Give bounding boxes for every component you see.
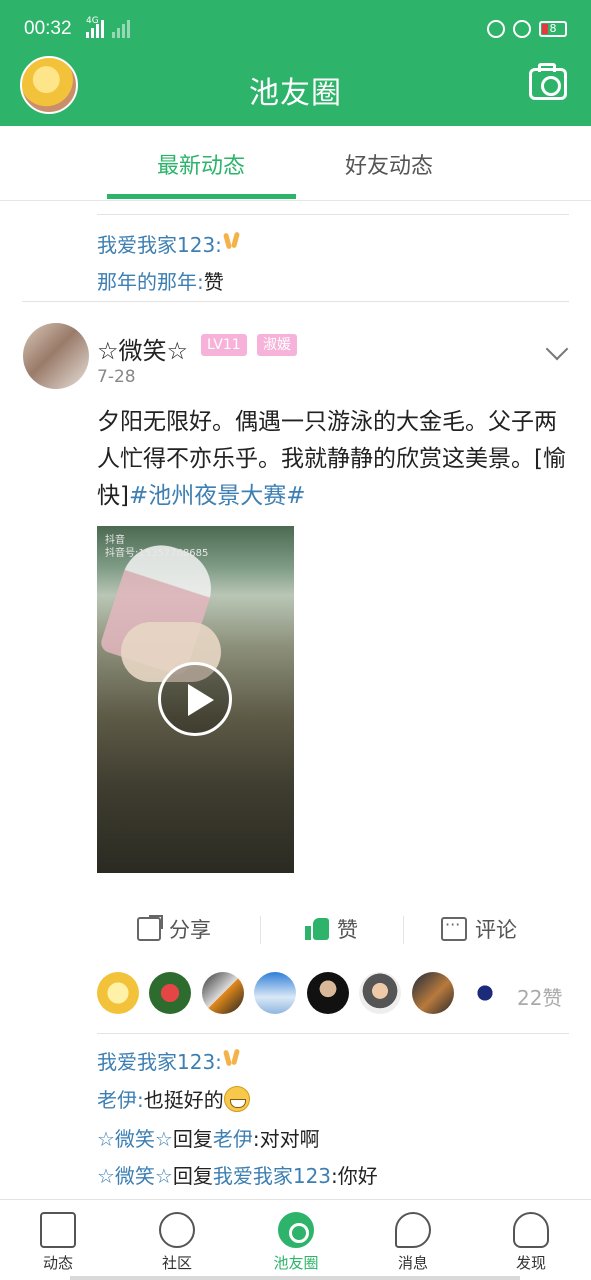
camera-icon[interactable] — [529, 63, 567, 100]
home-icon — [40, 1212, 76, 1248]
victory-hand-icon — [222, 231, 244, 255]
battery-icon: 8 — [539, 21, 567, 37]
reply-target[interactable]: 我爱我家123 — [213, 1164, 331, 1188]
comment-user[interactable]: 我爱我家123: — [97, 233, 222, 257]
comment-text: :你好 — [331, 1164, 378, 1188]
home-indicator — [70, 1276, 520, 1280]
post-author-name[interactable]: ☆微笑☆ — [97, 331, 188, 366]
feed-tabs: 最新动态 好友动态 — [0, 126, 591, 201]
divider — [22, 301, 569, 302]
post-video[interactable]: 抖音 抖音号:15357768685 — [97, 526, 294, 873]
avatar[interactable] — [464, 972, 506, 1014]
bottom-nav: 动态 社区 池友圈 消息 发现 — [0, 1199, 591, 1280]
network-type: 4G — [86, 16, 99, 26]
status-bar: 00:32 4G 8 — [0, 0, 591, 56]
reply-label: 回复 — [172, 1164, 213, 1188]
comment-icon — [441, 915, 467, 941]
nav-item-feed[interactable]: 动态 — [18, 1212, 98, 1273]
comment-user[interactable]: 老伊: — [97, 1088, 144, 1112]
alarm-icon — [513, 20, 531, 38]
video-watermark: 抖音 抖音号:15357768685 — [105, 535, 209, 559]
share-icon — [137, 915, 163, 941]
chevron-down-icon[interactable] — [545, 337, 569, 361]
comment-user[interactable]: ☆微笑☆ — [97, 1127, 173, 1151]
comment-text: 也挺好的 — [143, 1088, 224, 1112]
lock-rotation-icon — [487, 20, 505, 38]
post-date: 7-28 — [97, 367, 136, 387]
post-author-avatar[interactable] — [23, 323, 89, 389]
comment-user[interactable]: 我爱我家123: — [97, 1050, 222, 1074]
community-icon — [159, 1212, 195, 1248]
signal-icon-2 — [112, 20, 134, 38]
reply-label: 回复 — [172, 1127, 213, 1151]
nav-item-pool-circle[interactable]: 池友圈 — [256, 1212, 336, 1273]
comment-user[interactable]: ☆微笑☆ — [97, 1164, 173, 1188]
like-button[interactable]: 赞 — [305, 914, 358, 944]
comment-item[interactable]: 我爱我家123: — [97, 1046, 244, 1075]
title-bar: 池友圈 — [0, 56, 591, 120]
status-right: 8 — [487, 20, 567, 38]
level-badge: LV11 — [201, 334, 247, 356]
comment-item[interactable]: ☆微笑☆回复我爱我家123:你好 — [97, 1160, 378, 1189]
victory-hand-icon — [222, 1048, 244, 1072]
pool-circle-icon — [278, 1212, 314, 1248]
avatar[interactable] — [307, 972, 349, 1014]
play-icon[interactable] — [158, 662, 232, 736]
nav-item-community[interactable]: 社区 — [137, 1212, 217, 1273]
grin-icon — [223, 1086, 250, 1112]
divider — [97, 214, 569, 215]
avatar[interactable] — [202, 972, 244, 1014]
comment-item[interactable]: 老伊:也挺好的 — [97, 1084, 250, 1113]
comment-user[interactable]: 那年的那年: — [97, 270, 204, 294]
avatar[interactable] — [97, 972, 139, 1014]
message-icon — [395, 1212, 431, 1248]
divider — [97, 1033, 569, 1034]
comment-item[interactable]: ☆微笑☆回复老伊:对对啊 — [97, 1123, 320, 1152]
avatar[interactable] — [359, 972, 401, 1014]
tab-friends[interactable]: 好友动态 — [345, 148, 433, 180]
title-badge: 淑媛 — [257, 334, 297, 356]
nav-item-discover[interactable]: 发现 — [491, 1212, 571, 1273]
comment-item[interactable]: 那年的那年:赞 — [97, 266, 224, 295]
comment-button[interactable]: 评论 — [441, 914, 517, 944]
header-bar: 00:32 4G 8 池友圈 — [0, 0, 591, 126]
share-button[interactable]: 分享 — [137, 914, 211, 944]
tab-active-indicator — [107, 194, 296, 199]
tab-latest[interactable]: 最新动态 — [157, 148, 245, 180]
divider — [403, 916, 404, 944]
reply-target[interactable]: 老伊 — [213, 1127, 253, 1151]
comment-text: :对对啊 — [252, 1127, 320, 1151]
divider — [260, 916, 261, 944]
status-time: 00:32 — [24, 18, 72, 39]
likes-count[interactable]: 22赞 — [517, 982, 562, 1011]
avatar[interactable] — [149, 972, 191, 1014]
nav-item-messages[interactable]: 消息 — [373, 1212, 453, 1273]
thumbs-up-icon — [305, 918, 329, 940]
comment-item[interactable]: 我爱我家123: — [97, 229, 244, 258]
page-title: 池友圈 — [249, 76, 342, 111]
post-content: 夕阳无限好。偶遇一只游泳的大金毛。父子两人忙得不亦乐乎。我就静静的欣赏这美景。[… — [97, 409, 566, 509]
avatar[interactable] — [254, 972, 296, 1014]
hashtag-link[interactable]: #池州夜景大赛# — [129, 483, 306, 509]
avatar[interactable] — [412, 972, 454, 1014]
rocket-icon — [513, 1212, 549, 1248]
comment-text: 赞 — [203, 270, 224, 294]
